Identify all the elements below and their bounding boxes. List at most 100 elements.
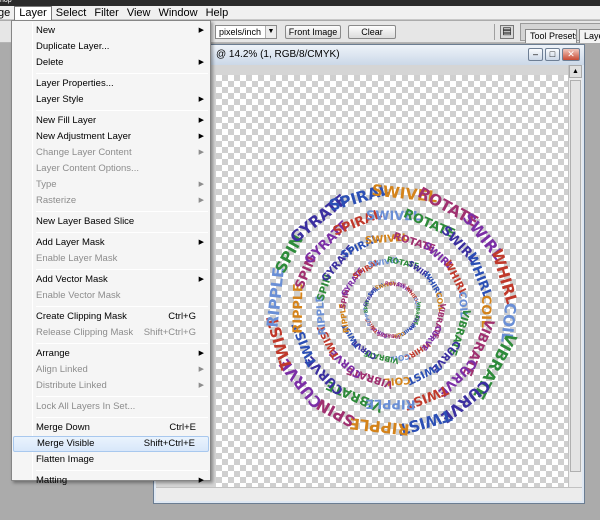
menu-item-label: Create Clipping Mask [36,311,127,322]
menu-item-rasterize: Rasterize ▶ [13,193,209,209]
menu-item-create-clipping-mask[interactable]: Create Clipping Mask Ctrl+G [13,309,209,325]
resolution-unit-value: pixels/inch [219,27,262,37]
submenu-arrow-icon: ▶ [198,149,204,156]
menu-help[interactable]: Help [202,6,233,20]
document-title-bar[interactable]: @ 14.2% (1, RGB/8/CMYK) – □ ✕ [154,45,584,65]
submenu-arrow-icon: ▶ [198,59,204,66]
menu-item-new[interactable]: New ▶ [13,23,209,39]
menu-item-add-vector-mask[interactable]: Add Vector Mask ▶ [13,272,209,288]
menu-item-align-linked: Align Linked ▶ [13,362,209,378]
menu-item-merge-down[interactable]: Merge Down Ctrl+E [13,420,209,436]
tab-tool-presets[interactable]: Tool Presets [525,29,577,43]
menu-item-label: Align Linked [36,364,88,375]
tab-layers[interactable]: Layers [579,29,600,43]
menu-item-change-layer-content: Change Layer Content ▶ [13,145,209,161]
menu-separator [36,417,208,418]
scroll-up-icon[interactable]: ▲ [569,65,582,78]
menu-item-label: Flatten Image [36,454,95,465]
menu-item-label: Type [36,179,57,190]
submenu-arrow-icon: ▶ [198,117,204,124]
submenu-arrow-icon: ▶ [198,276,204,283]
menu-item-label: Layer Content Options... [36,163,139,174]
menu-separator [36,269,208,270]
canvas-area[interactable]: SWIRL WHIRL COIL VIBRATE CURVE WHIRL COIL VIBRA… [156,65,582,501]
menu-item-lock-all-layers-in-set: Lock All Layers In Set... [13,399,209,415]
menu-filter[interactable]: Filter [90,6,122,20]
menu-separator [36,396,208,397]
menu-select[interactable]: Select [52,6,91,20]
submenu-arrow-icon: ▶ [198,382,204,389]
spiral-word: RIPPLE [264,266,288,328]
submenu-arrow-icon: ▶ [198,181,204,188]
menu-window[interactable]: Window [154,6,201,20]
transparent-canvas[interactable]: SWIRL WHIRL COIL VIBRATE CURVE WHIRL COIL VIBRA… [216,75,568,493]
tool-preset-icon[interactable]: ▤ [500,25,514,39]
menu-item-new-fill-layer[interactable]: New Fill Layer ▶ [13,113,209,129]
menu-item-type: Type ▶ [13,177,209,193]
menu-item-new-adjustment-layer[interactable]: New Adjustment Layer ▶ [13,129,209,145]
spiral-word: TWIST [405,360,442,386]
menu-bar: ge Layer Select Filter View Window Help [0,5,600,20]
menu-image[interactable]: ge [0,6,14,20]
menu-item-layer-content-options: Layer Content Options... [13,161,209,177]
menu-item-arrange[interactable]: Arrange ▶ [13,346,209,362]
menu-item-shortcut: Ctrl+E [169,422,196,433]
menu-item-label: New [36,25,56,36]
menu-separator [36,306,208,307]
menu-item-label: Change Layer Content [36,147,132,158]
menu-item-label: Merge Down [36,422,90,433]
menu-layer[interactable]: Layer [14,5,52,20]
scroll-thumb[interactable] [570,80,581,472]
menu-item-label: Add Layer Mask [36,237,105,248]
menu-item-label: Layer Properties... [36,78,114,89]
document-window: @ 14.2% (1, RGB/8/CMYK) – □ ✕ SWIRL WHIRL… [153,44,585,504]
menu-separator [36,232,208,233]
menu-item-label: New Layer Based Slice [36,216,135,227]
menu-item-label: Distribute Linked [36,380,107,391]
minimize-button[interactable]: – [528,48,543,61]
menu-separator [36,211,208,212]
menu-item-new-layer-based-slice[interactable]: New Layer Based Slice [13,214,209,230]
menu-item-distribute-linked: Distribute Linked ▶ [13,378,209,394]
menu-item-label: Lock All Layers In Set... [36,401,136,412]
chevron-down-icon: ▼ [265,26,276,38]
menu-item-release-clipping-mask: Release Clipping Mask Shift+Ctrl+G [13,325,209,341]
document-title: @ 14.2% (1, RGB/8/CMYK) [216,49,340,60]
menu-item-label: Matting [36,475,68,486]
layer-menu-dropdown: New ▶ Duplicate Layer... Delete ▶ Layer Prope… [11,20,211,486]
menu-item-layer-style[interactable]: Layer Style ▶ [13,92,209,108]
vertical-scrollbar[interactable]: ▲ [568,65,582,487]
menu-item-label: Delete [36,57,64,68]
palette-well: Tool Presets Layers [520,23,600,43]
menu-view[interactable]: View [123,6,155,20]
menu-item-merge-visible[interactable]: Merge Visible Shift+Ctrl+E [13,436,209,452]
horizontal-scrollbar[interactable] [156,487,582,501]
close-button[interactable]: ✕ [562,48,580,61]
maximize-button[interactable]: □ [545,48,560,61]
menu-item-matting[interactable]: Matting ▶ [13,473,209,489]
menu-item-delete[interactable]: Delete ▶ [13,55,209,71]
resolution-unit-select[interactable]: pixels/inch ▼ [215,25,277,39]
menu-item-label: Add Vector Mask [36,274,108,285]
menu-item-layer-properties[interactable]: Layer Properties... [13,76,209,92]
menu-item-add-layer-mask[interactable]: Add Layer Mask ▶ [13,235,209,251]
submenu-arrow-icon: ▶ [198,477,204,484]
submenu-arrow-icon: ▶ [198,239,204,246]
spiral-text-artwork: SWIRLWHIRLCOILVIBRATECURVEWHIRLCOILVIBRA… [263,180,521,438]
submenu-arrow-icon: ▶ [198,350,204,357]
menu-item-label: Arrange [36,348,70,359]
menu-item-duplicate-layer[interactable]: Duplicate Layer... [13,39,209,55]
menu-item-flatten-image[interactable]: Flatten Image [13,452,209,468]
submenu-arrow-icon: ▶ [198,197,204,204]
menu-item-label: Rasterize [36,195,77,206]
menu-separator [36,73,208,74]
front-image-button[interactable]: Front Image [285,25,341,39]
menu-item-label: Enable Vector Mask [36,290,121,301]
submenu-arrow-icon: ▶ [198,366,204,373]
submenu-arrow-icon: ▶ [198,27,204,34]
menu-item-label: New Fill Layer [36,115,97,126]
clear-button[interactable]: Clear [348,25,396,39]
window-title: nop [0,0,12,4]
submenu-arrow-icon: ▶ [198,133,204,140]
menu-item-label: Duplicate Layer... [36,41,110,52]
